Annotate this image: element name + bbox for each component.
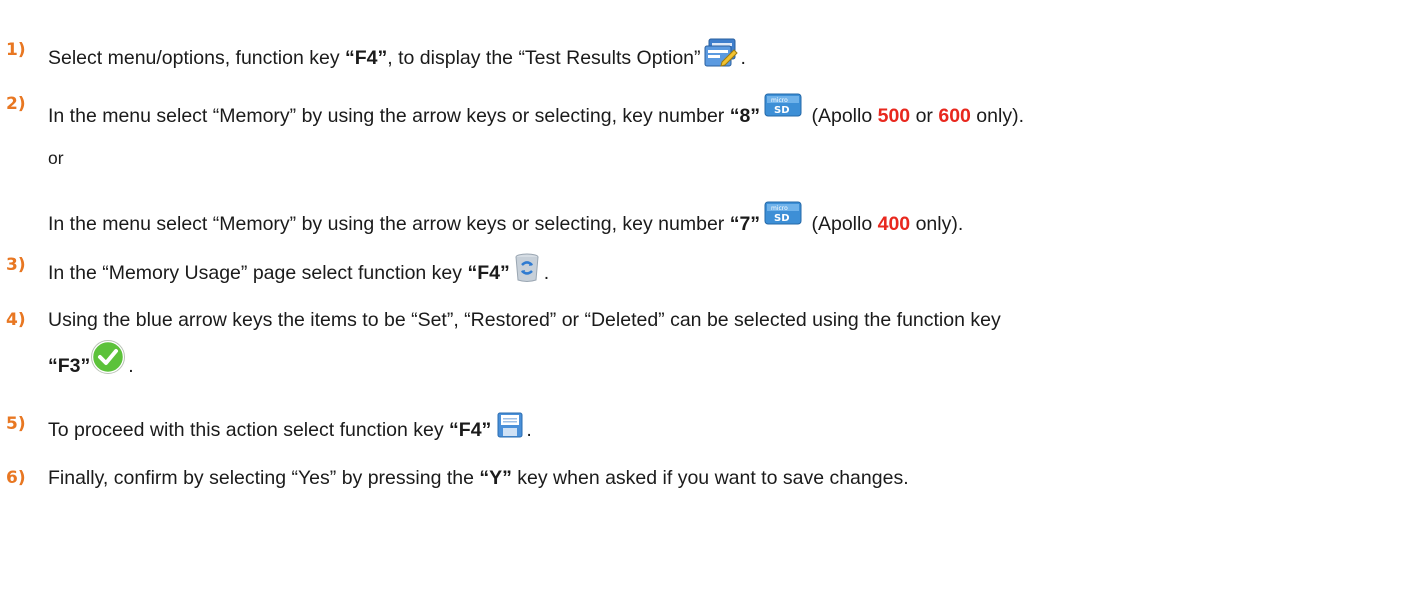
model-number: 600: [938, 105, 971, 127]
step-end: .: [543, 262, 550, 284]
function-key: “F3”: [48, 355, 91, 377]
step-text: In the “Memory Usage” page select functi…: [48, 262, 468, 284]
svg-text:SD: SD: [774, 105, 790, 116]
step-text: Using the blue arrow keys the items to b…: [48, 309, 1001, 331]
step-text: In the menu select “Memory” by using the…: [48, 105, 730, 127]
step-end: .: [128, 355, 134, 377]
or-separator: or: [48, 148, 64, 168]
function-key: “F4”: [449, 419, 492, 441]
step-text: or: [910, 105, 939, 127]
test-results-option-icon: [704, 38, 738, 68]
function-key: “8”: [729, 105, 761, 127]
function-key: “Y”: [479, 467, 512, 489]
memory-recycle-icon: [513, 253, 541, 283]
model-number: 500: [877, 105, 911, 127]
step-number: 4): [6, 310, 26, 330]
step-text: (Apollo: [806, 105, 878, 127]
step-text: (Apollo: [806, 213, 878, 235]
svg-text:micro: micro: [771, 205, 788, 212]
step-text: only).: [910, 213, 964, 235]
step-number: 3): [6, 255, 26, 275]
step-number: 6): [6, 468, 26, 488]
green-check-icon: [91, 340, 126, 374]
model-number: 400: [877, 213, 911, 235]
function-key: “7”: [729, 213, 761, 235]
step-end: .: [740, 47, 746, 69]
micro-sd-memory-icon: micro SD: [763, 92, 803, 118]
step-text: To proceed with this action select funct…: [48, 419, 450, 441]
step-text: In the menu select “Memory” by using the…: [48, 213, 730, 235]
step-text: Finally, confirm by selecting “Yes” by p…: [48, 467, 480, 489]
save-disk-icon: [497, 412, 523, 438]
step-text: Select menu/options, function key: [48, 47, 346, 69]
function-key: “F4”: [345, 47, 388, 69]
step-text: key when asked if you want to save chang…: [511, 467, 909, 489]
svg-text:micro: micro: [771, 97, 788, 104]
step-end: .: [526, 419, 532, 441]
step-number: 5): [6, 414, 26, 434]
step-number: 1): [6, 40, 26, 60]
micro-sd-memory-icon: micro SD: [763, 200, 803, 226]
step-text: only).: [970, 105, 1024, 127]
function-key: “F4”: [467, 262, 510, 284]
svg-text:SD: SD: [774, 213, 790, 224]
step-text: , to display the “Test Results Option”: [387, 47, 701, 69]
step-number: 2): [6, 94, 26, 114]
